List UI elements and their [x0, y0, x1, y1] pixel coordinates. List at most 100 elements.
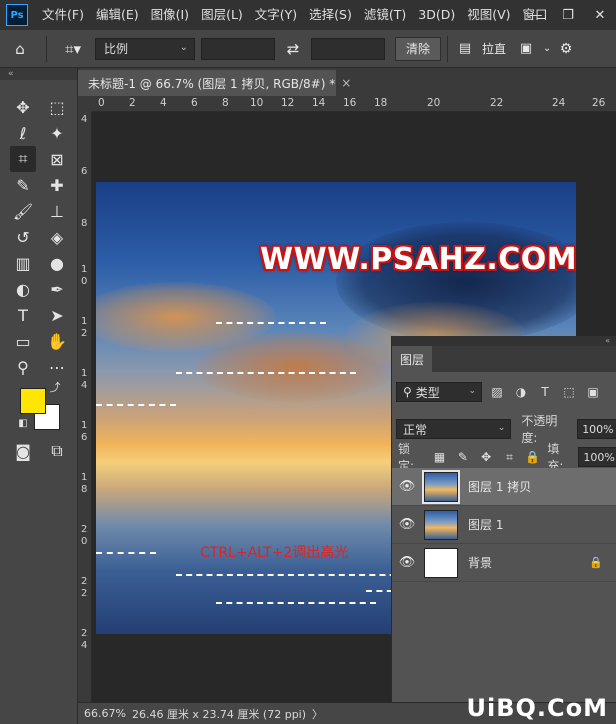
layer-row-layer-1[interactable]: 👁 图层 1 — [392, 506, 616, 544]
magic-wand-icon[interactable]: ✦ — [44, 120, 70, 146]
move-tool-icon[interactable]: ✥ — [10, 94, 36, 120]
visibility-eye-icon[interactable]: 👁 — [392, 479, 422, 494]
lock-artboard-icon[interactable]: ⌗ — [501, 448, 518, 466]
menu-filter[interactable]: 滤镜(T) — [358, 0, 412, 30]
type-filter-icon[interactable]: T — [536, 383, 554, 401]
gradient-tool-icon[interactable]: ▥ — [10, 250, 36, 276]
ruler-tick-label: 8 — [81, 218, 88, 229]
more-tools-icon[interactable]: ⋯ — [44, 354, 70, 380]
menu-view[interactable]: 视图(V) — [461, 0, 516, 30]
screen-mode-icon[interactable]: ⧉ — [44, 438, 70, 464]
fill-input[interactable]: 100% — [578, 447, 616, 467]
frame-tool-icon[interactable]: ⊠ — [44, 146, 70, 172]
smart-object-filter-icon[interactable]: ▣ — [584, 383, 602, 401]
crop-tool-preset-icon[interactable]: ⌗▾ — [53, 40, 93, 58]
opacity-input[interactable]: 100% — [577, 419, 616, 439]
filter-kind-select[interactable]: ⚲ 类型 ⌄ — [396, 382, 482, 402]
healing-brush-icon[interactable]: ✚ — [44, 172, 70, 198]
ruler-origin[interactable] — [78, 96, 92, 112]
zoom-level[interactable]: 66.67% — [78, 707, 126, 720]
zoom-tool-icon[interactable]: ⚲ — [10, 354, 36, 380]
horizontal-ruler[interactable]: 0 2 4 6 8 10 12 14 16 18 20 22 24 26 — [92, 96, 616, 112]
menu-3d[interactable]: 3D(D) — [412, 0, 461, 30]
ruler-tick-label: 1 8 — [81, 472, 88, 495]
lock-transparent-icon[interactable]: ▦ — [431, 448, 448, 466]
swap-colors-icon[interactable]: ⤴ — [48, 380, 62, 394]
document-tab[interactable]: 未标题-1 @ 66.7% (图层 1 拷贝, RGB/8#) * × — [78, 70, 351, 96]
panel-collapse-icon[interactable]: « — [0, 68, 77, 80]
path-selection-icon[interactable]: ➤ — [44, 302, 70, 328]
type-tool-icon[interactable]: T — [10, 302, 36, 328]
overlay-options-icon[interactable]: ▣ — [512, 41, 540, 56]
lock-position-icon[interactable]: ✥ — [478, 448, 495, 466]
ruler-tick-label: 20 — [427, 97, 441, 109]
site-watermark: UiBQ.CoM — [466, 694, 608, 722]
swap-icon[interactable]: ⇄ — [275, 40, 311, 58]
clear-button[interactable]: 清除 — [395, 36, 442, 61]
width-input[interactable] — [201, 37, 275, 60]
close-icon[interactable]: × — [341, 76, 351, 90]
tools-panel: « ✥ ⬚ ℓ ✦ ⌗ ⊠ ✎ ✚ 🖌 ⊥ ↺ ◈ ▥ ● ◐ ✒ T ➤ ▭ … — [0, 68, 78, 724]
lasso-tool-icon[interactable]: ℓ — [10, 120, 36, 146]
height-input[interactable] — [311, 37, 385, 60]
blend-mode-select[interactable]: 正常 ⌄ — [396, 419, 512, 439]
layer-row-background[interactable]: 👁 背景 🔒 — [392, 544, 616, 582]
ruler-tick-label: 12 — [281, 97, 295, 109]
straighten-label[interactable]: 拉直 — [482, 40, 506, 57]
selection-outline — [216, 602, 376, 604]
vertical-ruler[interactable]: 4 6 8 1 0 1 2 1 4 1 6 1 8 2 0 2 2 2 4 — [78, 112, 92, 702]
eyedropper-icon[interactable]: ✎ — [10, 172, 36, 198]
lock-all-icon[interactable]: 🔒 — [524, 448, 541, 466]
restore-button[interactable]: ❐ — [552, 0, 584, 30]
pen-tool-icon[interactable]: ✒ — [44, 276, 70, 302]
ruler-tick-label: 6 — [81, 166, 88, 177]
document-size: 26.46 厘米 x 23.74 厘米 (72 ppi) — [131, 707, 307, 721]
adjustment-filter-icon[interactable]: ◑ — [512, 383, 530, 401]
panel-collapse-icon[interactable]: « — [392, 336, 616, 346]
menu-type[interactable]: 文字(Y) — [249, 0, 303, 30]
ruler-tick-label: 1 2 — [81, 316, 88, 339]
marquee-tool-icon[interactable]: ⬚ — [44, 94, 70, 120]
crop-tool-icon[interactable]: ⌗ — [10, 146, 36, 172]
tab-layers[interactable]: 图层 — [392, 346, 433, 372]
menu-select[interactable]: 选择(S) — [303, 0, 358, 30]
selection-outline — [176, 574, 416, 576]
layer-filter-row: ⚲ 类型 ⌄ ▨ ◑ T ⬚ ▣ — [392, 382, 616, 402]
layer-name: 背景 — [468, 556, 493, 570]
ruler-tick-label: 26 — [592, 97, 606, 109]
straighten-icon[interactable]: ▤ — [454, 41, 476, 56]
eraser-icon[interactable]: ◈ — [44, 224, 70, 250]
foreground-color-swatch[interactable] — [20, 388, 46, 414]
home-icon[interactable]: ⌂ — [0, 40, 40, 58]
image-filter-icon[interactable]: ▨ — [488, 383, 506, 401]
ruler-tick-label: 14 — [312, 97, 326, 109]
close-button[interactable]: ✕ — [584, 0, 616, 30]
gear-icon[interactable]: ⚙ — [554, 41, 578, 57]
shape-tool-icon[interactable]: ▭ — [10, 328, 36, 354]
ruler-tick-label: 1 4 — [81, 368, 88, 391]
brush-tool-icon[interactable]: 🖌 — [10, 198, 36, 224]
stamp-tool-icon[interactable]: ⊥ — [44, 198, 70, 224]
menu-edit[interactable]: 编辑(E) — [90, 0, 145, 30]
visibility-eye-icon[interactable]: 👁 — [392, 555, 422, 570]
default-colors-icon[interactable]: ◧ — [16, 416, 30, 430]
minimize-button[interactable]: — — [520, 0, 552, 30]
lock-image-icon[interactable]: ✎ — [454, 448, 471, 466]
ruler-tick-label: 4 — [160, 97, 167, 109]
ratio-select[interactable]: 比例 ⌄ — [95, 37, 195, 60]
quick-mask-icon[interactable]: ◙ — [10, 438, 36, 464]
menu-layer[interactable]: 图层(L) — [195, 0, 249, 30]
chevron-down-icon[interactable]: ⌄ — [540, 43, 554, 54]
status-menu-arrow[interactable]: 〉 — [306, 706, 323, 722]
ruler-tick-label: 2 2 — [81, 576, 88, 599]
visibility-eye-icon[interactable]: 👁 — [392, 517, 422, 532]
ruler-tick-label: 2 — [129, 97, 136, 109]
blur-tool-icon[interactable]: ● — [44, 250, 70, 276]
dodge-tool-icon[interactable]: ◐ — [10, 276, 36, 302]
menu-image[interactable]: 图像(I) — [145, 0, 195, 30]
shape-filter-icon[interactable]: ⬚ — [560, 383, 578, 401]
menu-file[interactable]: 文件(F) — [36, 0, 90, 30]
layer-row-layer-1-copy[interactable]: 👁 图层 1 拷贝 — [392, 468, 616, 506]
history-brush-icon[interactable]: ↺ — [10, 224, 36, 250]
hand-tool-icon[interactable]: ✋ — [44, 328, 70, 354]
